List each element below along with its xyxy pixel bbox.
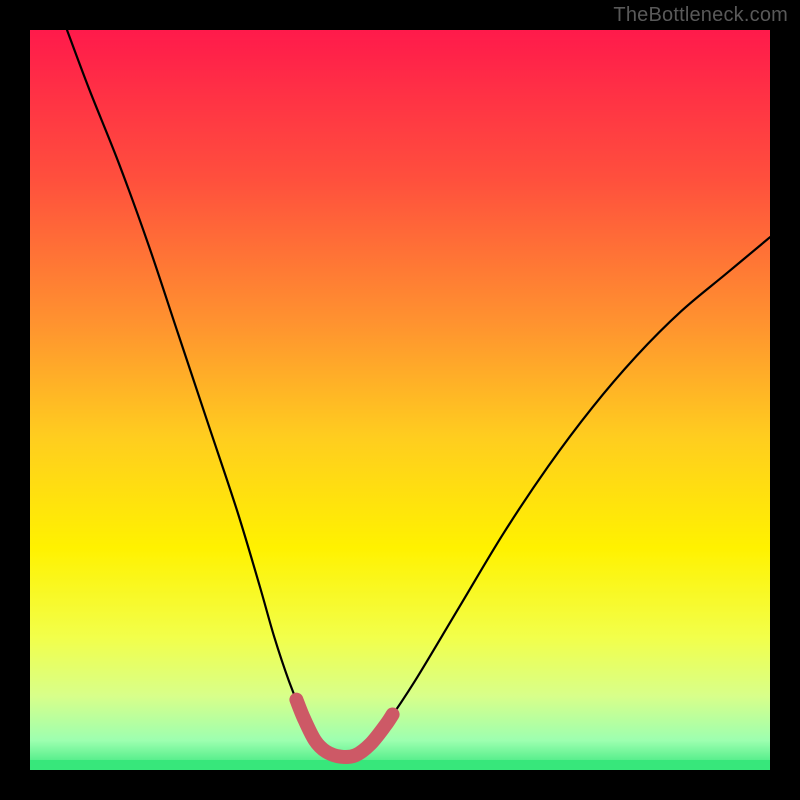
plot-area — [30, 30, 770, 770]
chart-frame: TheBottleneck.com — [0, 0, 800, 800]
chart-svg — [30, 30, 770, 770]
gradient-background — [30, 30, 770, 770]
green-band — [30, 760, 770, 770]
watermark-text: TheBottleneck.com — [613, 4, 788, 27]
